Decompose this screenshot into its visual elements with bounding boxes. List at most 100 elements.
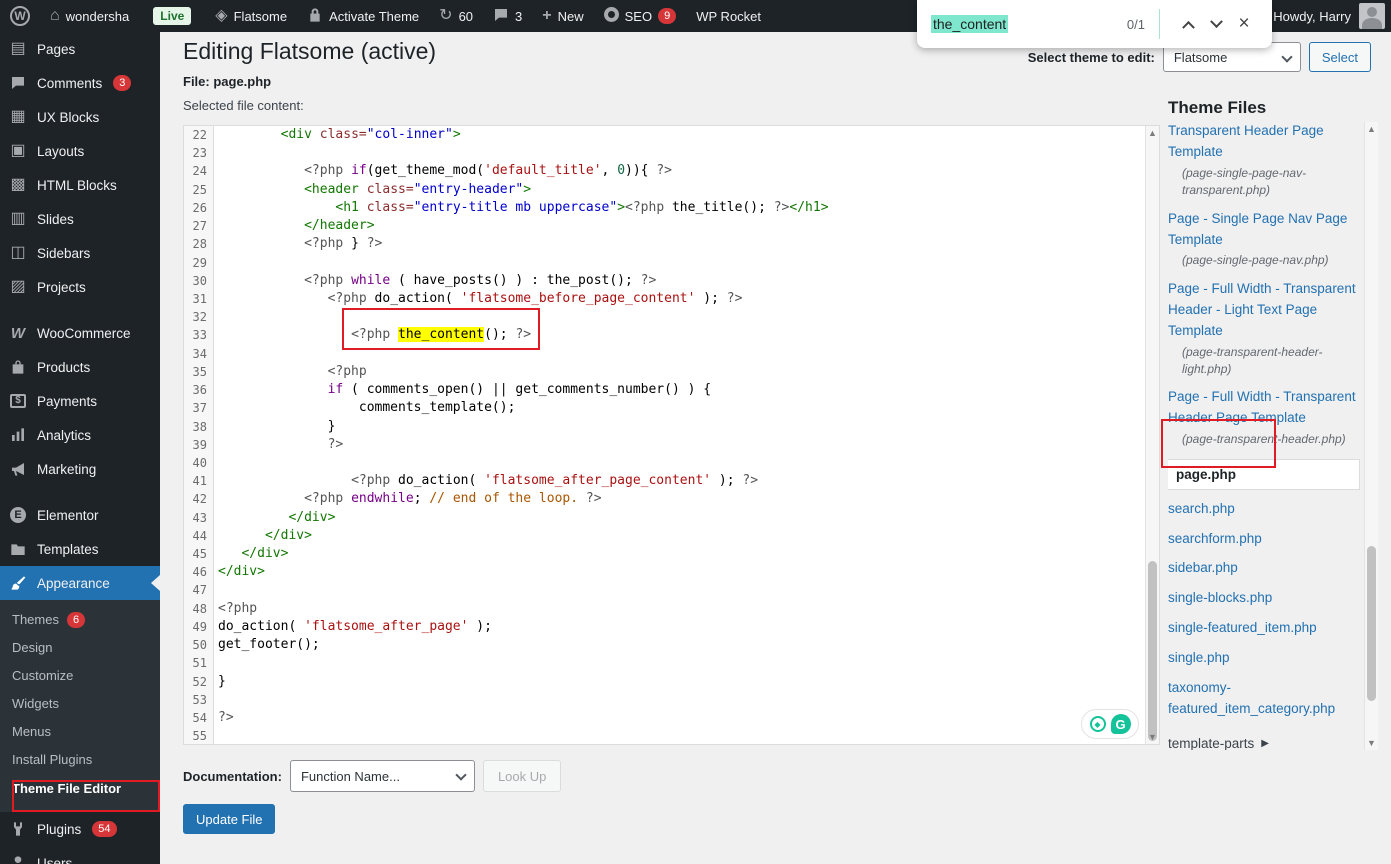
sidebar-item-pages[interactable]: ▤Pages bbox=[0, 32, 160, 66]
sidebar-item-slides[interactable]: ▥Slides bbox=[0, 202, 160, 236]
code-text: comments_template(); bbox=[214, 399, 515, 417]
slides-icon: ▥ bbox=[8, 211, 28, 227]
scroll-up-arrow-icon[interactable]: ▲ bbox=[1365, 122, 1378, 136]
theme-file-link[interactable]: Page - Full Width - Transparent Header -… bbox=[1168, 279, 1360, 342]
sidebar-item-plugins[interactable]: Plugins54 bbox=[0, 812, 160, 846]
sidebar-item-html-blocks[interactable]: ▩HTML Blocks bbox=[0, 168, 160, 202]
code-line: 26 <h1 class="entry-title mb uppercase">… bbox=[184, 199, 1145, 217]
seo-icon bbox=[604, 7, 619, 25]
adminbar-item-new-content[interactable]: +New bbox=[532, 0, 593, 32]
user-account-menu[interactable]: Howdy, Harry bbox=[1273, 0, 1385, 32]
browser-find-bar: the_content 0/1 × bbox=[917, 0, 1272, 48]
sidebar-subitem-label: Themes bbox=[12, 606, 59, 634]
sidebar-item-layouts[interactable]: ▣Layouts bbox=[0, 134, 160, 168]
sidebar-item-ux-blocks[interactable]: ▦UX Blocks bbox=[0, 100, 160, 134]
find-close-button[interactable]: × bbox=[1230, 10, 1258, 38]
theme-files-scrollbar[interactable]: ▲ ▼ bbox=[1364, 122, 1378, 750]
sidebar-item-sidebars[interactable]: ◫Sidebars bbox=[0, 236, 160, 270]
code-text: do_action( 'flatsome_after_page' ); bbox=[214, 618, 492, 636]
theme-file-link[interactable]: single-featured_item.php bbox=[1168, 618, 1360, 639]
theme-file-link[interactable]: taxonomy-featured_item_category.php bbox=[1168, 678, 1360, 720]
sidebar-subitem-theme-file-editor[interactable]: Theme File Editor bbox=[0, 774, 160, 804]
sidebar-item-analytics[interactable]: Analytics bbox=[0, 418, 160, 452]
code-editor[interactable]: 22 <div class="col-inner">2324 <?php if(… bbox=[183, 125, 1160, 745]
payments-icon: $ bbox=[8, 394, 28, 408]
theme-files-scrollbar-thumb[interactable] bbox=[1367, 546, 1376, 701]
theme-file-link[interactable]: Page - Full Width - Transparent Header P… bbox=[1168, 387, 1360, 429]
find-input[interactable]: the_content bbox=[931, 16, 1008, 32]
code-line: 28 <?php } ?> bbox=[184, 235, 1145, 253]
sidebar-subitem-label: Menus bbox=[12, 718, 51, 746]
sidebar-item-comments[interactable]: Comments3 bbox=[0, 66, 160, 100]
code-text: </div> bbox=[214, 563, 265, 581]
sidebar-item-projects[interactable]: ▨Projects bbox=[0, 270, 160, 304]
theme-file-link[interactable]: searchform.php bbox=[1168, 529, 1360, 550]
sidebar-subitem-install-plugins[interactable]: Install Plugins bbox=[0, 746, 160, 774]
code-text: <?php bbox=[214, 600, 257, 618]
code-area[interactable]: 22 <div class="col-inner">2324 <?php if(… bbox=[184, 126, 1145, 744]
code-line: 55 bbox=[184, 727, 1145, 745]
adminbar-item-activate-theme[interactable]: Activate Theme bbox=[297, 0, 429, 32]
adminbar-item-label: SEO bbox=[625, 9, 652, 24]
sidebar-subitem-customize[interactable]: Customize bbox=[0, 662, 160, 690]
code-line: 30 <?php while ( have_posts() ) : the_po… bbox=[184, 272, 1145, 290]
scroll-down-arrow-icon[interactable]: ▼ bbox=[1365, 736, 1378, 750]
find-previous-button[interactable] bbox=[1174, 10, 1202, 38]
theme-file-link[interactable]: single.php bbox=[1168, 648, 1360, 669]
theme-file-link[interactable]: Page - Single Page Nav Page Template bbox=[1168, 209, 1360, 251]
sidebar-item-woocommerce[interactable]: WWooCommerce bbox=[0, 316, 160, 350]
plus-icon: + bbox=[542, 8, 551, 24]
editor-scrollbar-thumb[interactable] bbox=[1148, 561, 1157, 741]
find-match-count: 0/1 bbox=[1127, 17, 1145, 32]
sidebar-item-templates[interactable]: Templates bbox=[0, 532, 160, 566]
adminbar-item-updates[interactable]: ↻60 bbox=[429, 0, 483, 32]
code-text: <?php do_action( 'flatsome_before_page_c… bbox=[214, 290, 742, 308]
sidebar-item-products[interactable]: Products bbox=[0, 350, 160, 384]
chevron-down-icon bbox=[1210, 15, 1223, 28]
sidebar-item-elementor[interactable]: EElementor bbox=[0, 498, 160, 532]
adminbar-item-wordpress-menu[interactable]: W bbox=[0, 0, 40, 32]
lookup-button[interactable]: Look Up bbox=[483, 760, 561, 792]
sidebar-item-users[interactable]: Users bbox=[0, 846, 160, 864]
code-line: 24 <?php if(get_theme_mod('default_title… bbox=[184, 162, 1145, 180]
theme-file-link[interactable]: search.php bbox=[1168, 499, 1360, 520]
code-text: <div class="col-inner"> bbox=[214, 126, 461, 144]
theme-file-link[interactable]: single-blocks.php bbox=[1168, 588, 1360, 609]
sidebar-subitem-menus[interactable]: Menus bbox=[0, 718, 160, 746]
sidebar-item-marketing[interactable]: Marketing bbox=[0, 452, 160, 486]
adminbar-item-flatsome-menu[interactable]: ◈Flatsome bbox=[205, 0, 297, 32]
update-file-button[interactable]: Update File bbox=[183, 804, 275, 834]
sidebar-item-label: Templates bbox=[37, 542, 99, 557]
documentation-dropdown[interactable]: Function Name... bbox=[290, 760, 475, 792]
adminbar-item-comments[interactable]: 3 bbox=[483, 0, 532, 32]
select-theme-button[interactable]: Select bbox=[1309, 42, 1371, 72]
find-next-button[interactable] bbox=[1202, 10, 1230, 38]
code-line: 50get_footer(); bbox=[184, 636, 1145, 654]
theme-file-active-page.php[interactable]: page.php bbox=[1168, 459, 1360, 490]
code-text bbox=[214, 454, 218, 472]
editor-scrollbar[interactable]: ▲ ▼ bbox=[1145, 126, 1159, 744]
scroll-up-arrow-icon[interactable]: ▲ bbox=[1146, 126, 1159, 140]
layouts-icon: ▣ bbox=[8, 143, 28, 159]
scroll-down-arrow-icon[interactable]: ▼ bbox=[1146, 730, 1159, 744]
sidebar-item-label: Projects bbox=[37, 280, 86, 295]
adminbar-item-live-badge[interactable]: Live bbox=[139, 0, 205, 32]
theme-file-path: (page-transparent-header-light.php) bbox=[1168, 344, 1360, 379]
sidebar-item-label: Products bbox=[37, 360, 90, 375]
theme-file-link[interactable]: Transparent Header Page Template bbox=[1168, 122, 1360, 163]
adminbar-item-seo[interactable]: SEO9 bbox=[594, 0, 687, 32]
adminbar-item-wp-rocket[interactable]: WP Rocket bbox=[686, 0, 771, 32]
writing-assistant-widget[interactable]: ◆ G bbox=[1081, 709, 1139, 739]
theme-file-link[interactable]: sidebar.php bbox=[1168, 558, 1360, 579]
adminbar-item-site-name[interactable]: ⌂wondersha bbox=[40, 0, 139, 32]
sidebar-item-payments[interactable]: $Payments bbox=[0, 384, 160, 418]
sidebar-subitem-design[interactable]: Design bbox=[0, 634, 160, 662]
code-line: 38 } bbox=[184, 418, 1145, 436]
sidebar-subitem-themes[interactable]: Themes6 bbox=[0, 606, 160, 634]
html-blocks-icon: ▩ bbox=[8, 177, 28, 193]
admin-sidebar: ▤PagesComments3▦UX Blocks▣Layouts▩HTML B… bbox=[0, 32, 160, 864]
sidebar-item-appearance[interactable]: Appearance bbox=[0, 566, 160, 600]
theme-folder-template-parts[interactable]: template-parts▶ bbox=[1168, 736, 1360, 750]
comments-icon bbox=[493, 7, 509, 26]
sidebar-subitem-widgets[interactable]: Widgets bbox=[0, 690, 160, 718]
